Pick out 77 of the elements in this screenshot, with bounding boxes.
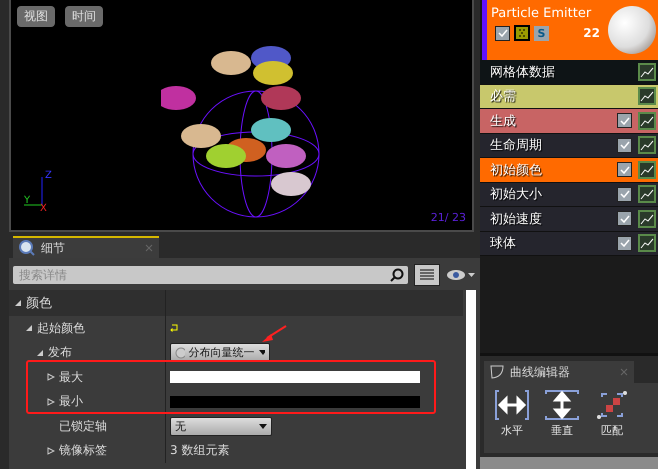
eye-icon[interactable] [446,269,476,281]
expander-icon[interactable] [36,348,44,357]
checkbox[interactable] [617,138,632,153]
checkbox[interactable] [617,236,632,251]
material-sphere-thumbnail [608,6,656,54]
horizontal-fit-icon [494,389,530,421]
scrollbar[interactable] [466,290,476,469]
property-label: 发布 [48,344,72,362]
viewport[interactable]: 视图 时间 Z Y X 21/ 23 [9,0,474,232]
particle-count: 22 [583,26,600,40]
color-swatch[interactable] [170,371,420,384]
curve-editor-tab[interactable]: 曲线编辑器 [484,361,634,383]
particle-counter: 21/ 23 [430,211,466,224]
array-count: 3 数组元素 [170,442,230,460]
checkmark-icon [620,140,630,150]
checkmark-icon [620,189,630,200]
property-label: 最小 [59,393,83,410]
curve-graph-icon[interactable] [638,160,656,179]
viewport-menu-button[interactable]: 时间 [65,6,103,27]
search-field[interactable]: 搜索详情 [13,266,408,284]
axis-label: Z [45,170,52,181]
checkbox[interactable] [495,26,510,40]
dotted-square-icon[interactable] [514,25,530,41]
curve-tool-button[interactable]: 水平 [492,389,532,447]
curve-graph-icon[interactable] [638,87,656,106]
caret-icon [259,424,267,429]
axis-label: X [40,203,47,214]
checkbox[interactable] [617,211,632,226]
dropdown[interactable]: 无 [170,416,272,436]
checkmark-icon [620,214,630,224]
details-tab[interactable]: 细节 [13,236,159,258]
annotation-arrow-icon [261,325,287,343]
caret-icon [258,350,265,356]
checkbox[interactable] [617,113,632,128]
checkmark-icon [620,164,630,175]
checkmark-icon [498,28,508,38]
expander-icon[interactable] [25,324,33,332]
vertical-fit-icon [544,389,580,421]
checkbox[interactable] [617,162,632,178]
emitter-title: Particle Emitter [491,6,592,21]
expander-icon[interactable] [47,373,55,382]
curve-graph-icon[interactable] [638,62,656,81]
fit-keys-icon [594,389,630,421]
property-label: 已锁定轴 [59,418,107,435]
axis-label: Y [24,195,30,206]
info-magnifier-icon [19,240,35,256]
module-row[interactable]: 生成 [480,109,658,134]
search-icon [390,268,404,282]
property-label: 镜像标签 [59,442,107,460]
curve-icon [490,365,504,379]
curve-graph-icon[interactable] [638,112,656,130]
reset-arrow-icon[interactable] [170,324,179,332]
category-label: 颜色 [26,295,52,312]
curve-tool-button[interactable]: 垂直 [542,389,582,447]
expander-icon[interactable] [47,398,55,406]
expander-icon[interactable] [47,446,55,455]
module-row[interactable]: 初始速度 [480,207,658,232]
list-icon [420,269,434,281]
curve-graph-icon[interactable] [638,136,656,154]
color-swatch[interactable] [170,396,420,408]
checkmark-icon [620,238,630,248]
property-label: 最大 [59,368,83,386]
expander-icon[interactable] [14,299,22,307]
module-row[interactable]: 球体 [480,232,658,256]
curve-graph-icon[interactable] [638,210,656,228]
search-input[interactable]: 搜索详情 [17,267,390,283]
viewport-menu-button[interactable]: 视图 [17,6,55,27]
module-row[interactable]: 初始大小 [480,182,658,207]
grid-view-button[interactable] [414,264,440,286]
curve-graph-icon[interactable] [638,185,656,204]
checkmark-icon [620,116,630,126]
curve-tool-button[interactable]: 匹配 [592,389,632,447]
module-row[interactable]: 网格体数据 [480,60,658,84]
curve-graph-icon[interactable] [638,234,656,252]
checkbox[interactable] [617,186,632,202]
property-label: 起始颜色 [37,320,85,337]
module-row[interactable]: 生命周期 [480,134,658,158]
